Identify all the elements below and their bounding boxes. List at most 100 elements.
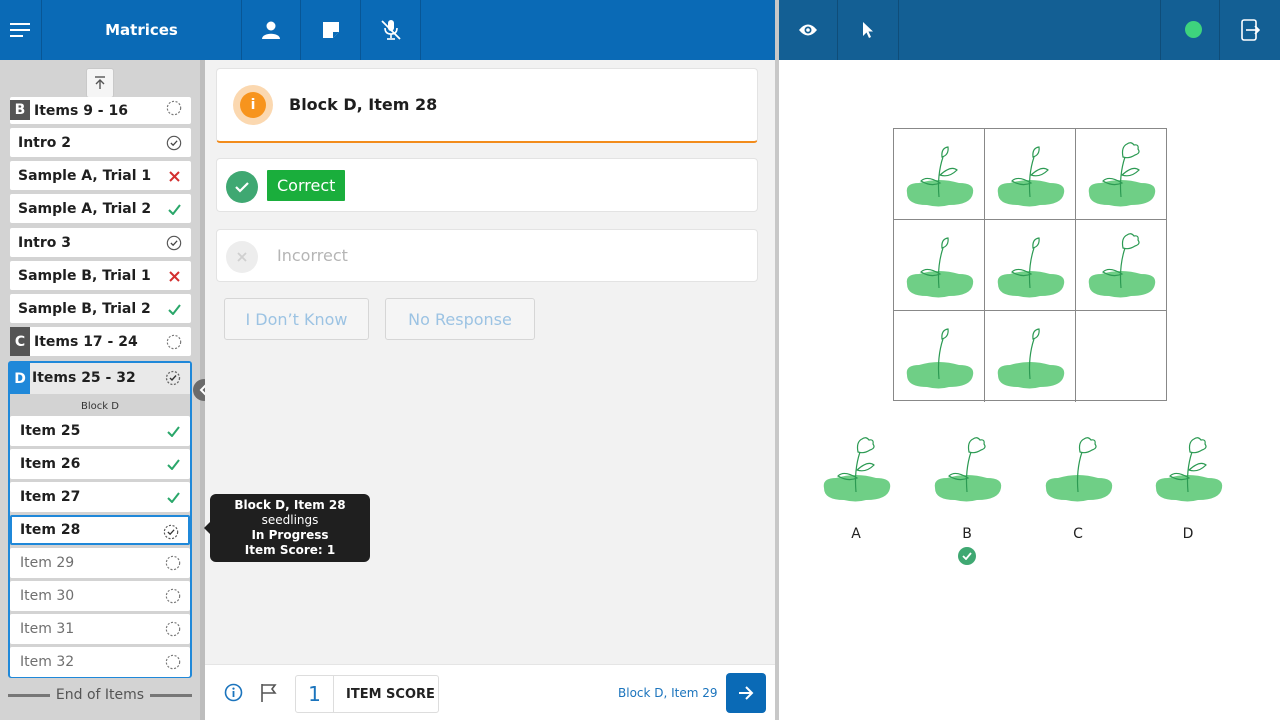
matrix-cell	[985, 311, 1076, 402]
sidebar-row-label: Intro 3	[18, 234, 72, 251]
sidebar-row-label: Item 27	[20, 489, 81, 505]
app-title: Matrices	[105, 21, 178, 39]
sidebar-item-row[interactable]: Item 25	[10, 416, 190, 446]
item-score-field[interactable]: 1 ITEM SCORE	[295, 675, 439, 713]
scoring-panel	[205, 60, 775, 664]
matrix-cell	[985, 220, 1076, 311]
item-score-value[interactable]: 1	[296, 676, 334, 712]
hamburger-icon	[9, 23, 30, 37]
matrix-cell	[985, 129, 1076, 220]
pending-icon	[165, 654, 181, 670]
sidebar-row-label: Item 26	[20, 456, 81, 472]
pending-icon	[165, 621, 181, 637]
answer-option-label: D	[1182, 526, 1194, 542]
check-circle-icon	[226, 171, 258, 203]
answer-option[interactable]	[1148, 430, 1228, 520]
sidebar-row-label: Item 28	[20, 522, 81, 538]
sidebar-item-row[interactable]: Intro 3	[10, 228, 191, 257]
tooltip-stimulus: seedlings	[261, 513, 319, 527]
dont-know-button[interactable]: I Don’t Know	[224, 298, 369, 340]
checkmark-icon	[165, 423, 181, 439]
item-info-card: i Block D, Item 28	[216, 68, 758, 143]
pointer-button[interactable]	[838, 0, 899, 60]
answer-option[interactable]	[927, 430, 1007, 520]
seedling-picture	[990, 317, 1070, 401]
matrix-cell	[894, 220, 985, 311]
seedling-picture	[1038, 430, 1118, 514]
sidebar-item-row[interactable]: Item 32	[10, 647, 190, 677]
matrix-cell	[1076, 129, 1167, 220]
correct-button[interactable]: Correct	[267, 170, 346, 201]
sidebar-row-label: Sample A, Trial 2	[18, 200, 152, 217]
end-of-items: End of Items	[8, 686, 193, 704]
note-icon	[322, 22, 339, 38]
check-circle-icon	[166, 135, 182, 151]
app-title-cell: Matrices	[42, 0, 242, 60]
no-response-button[interactable]: No Response	[385, 298, 535, 340]
scroll-top-button[interactable]	[86, 68, 114, 98]
sidebar-item-row[interactable]: Item 29	[10, 548, 190, 578]
matrix-cell	[1076, 220, 1167, 311]
incorrect-response-card[interactable]: Incorrect	[216, 229, 758, 282]
end-of-items-label: End of Items	[55, 687, 145, 703]
block-d-title: Items 25 - 32	[32, 370, 136, 386]
next-item-link[interactable]: Block D, Item 29	[618, 686, 718, 700]
examinee-button[interactable]	[242, 0, 301, 60]
toolbar-right	[779, 0, 1280, 60]
info-outline-icon[interactable]	[224, 683, 243, 706]
checkmark-icon	[166, 201, 182, 217]
tooltip-status: In Progress	[251, 528, 329, 542]
sidebar-row-label: Item 25	[20, 423, 81, 439]
next-item-button[interactable]	[726, 673, 766, 713]
seedling-picture	[1148, 430, 1228, 514]
preview-button[interactable]	[779, 0, 838, 60]
in-progress-icon	[163, 524, 179, 540]
arrow-right-icon	[739, 686, 754, 700]
pending-icon	[166, 100, 182, 116]
seedling-picture	[927, 430, 1007, 514]
incorrect-button[interactable]: Incorrect	[277, 246, 348, 265]
sidebar-item-row[interactable]: Item 27	[10, 482, 190, 512]
sidebar-item-row[interactable]: Sample B, Trial 2	[10, 294, 191, 323]
toolbar-left: Matrices	[0, 0, 775, 60]
block-badge: C	[10, 327, 30, 356]
sidebar-row-label: Items 9 - 16	[34, 103, 128, 119]
mic-off-icon	[380, 20, 401, 40]
sidebar-item-row[interactable]: Sample B, Trial 1	[10, 261, 191, 290]
sidebar-item-row[interactable]: Item 30	[10, 581, 190, 611]
x-circle-icon	[226, 241, 258, 273]
seedling-picture	[899, 135, 979, 219]
sidebar-item-row[interactable]: Item 28	[10, 515, 190, 545]
seedling-picture	[1081, 135, 1161, 219]
mute-button[interactable]	[361, 0, 421, 60]
item-tooltip: Block D, Item 28 seedlings In Progress I…	[204, 494, 370, 562]
seedling-picture	[990, 226, 1070, 310]
arrow-to-top-icon	[95, 76, 105, 89]
sidebar-block-row[interactable]: C Items 17 - 24	[10, 327, 191, 356]
tooltip-score: Item Score: 1	[244, 543, 336, 557]
x-icon	[166, 168, 182, 184]
seedling-picture	[990, 135, 1070, 219]
block-badge: D	[10, 363, 30, 394]
correct-response-card[interactable]: Correct	[216, 158, 758, 212]
block-d-sublabel: Block D	[81, 401, 119, 412]
answer-option[interactable]	[1038, 430, 1118, 520]
exit-button[interactable]	[1220, 0, 1280, 60]
sidebar-block-row[interactable]: B Items 9 - 16	[10, 97, 191, 124]
answer-option[interactable]	[816, 430, 896, 520]
sidebar-row-label: Item 29	[20, 555, 75, 571]
checkmark-icon	[165, 489, 181, 505]
sidebar-item-row[interactable]: Sample A, Trial 2	[10, 194, 191, 223]
person-icon	[262, 21, 280, 39]
notes-button[interactable]	[301, 0, 361, 60]
sidebar-item-row[interactable]: Item 26	[10, 449, 190, 479]
sidebar-item-row[interactable]: Intro 2	[10, 128, 191, 157]
cursor-icon	[863, 22, 873, 38]
matrix-cell	[894, 129, 985, 220]
flag-icon[interactable]	[260, 683, 277, 707]
check-circle-icon	[166, 235, 182, 251]
menu-button[interactable]	[0, 0, 42, 60]
block-d-header[interactable]: D Items 25 - 32	[10, 363, 190, 394]
sidebar-item-row[interactable]: Sample A, Trial 1	[10, 161, 191, 190]
sidebar-item-row[interactable]: Item 31	[10, 614, 190, 644]
